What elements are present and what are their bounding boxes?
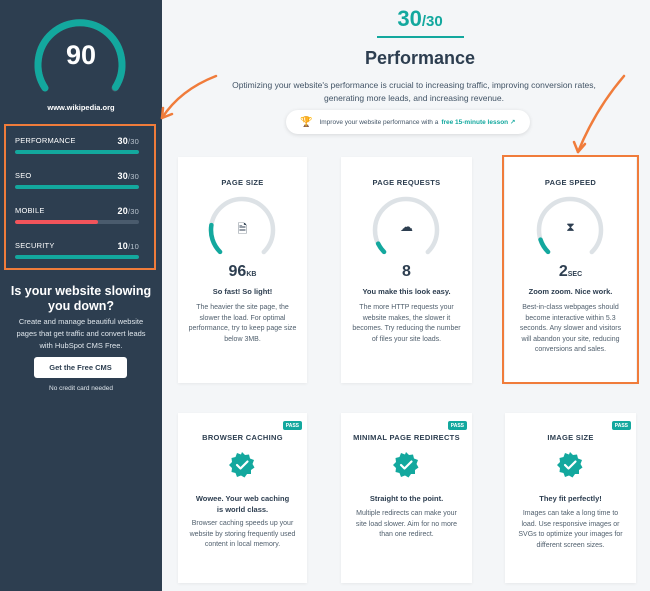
card-value: 96KB <box>228 263 257 280</box>
metric-score: 30/30 <box>117 171 139 181</box>
promo-heading: Is your website slowing you down? <box>10 284 152 313</box>
card-title: PAGE SPEED <box>544 178 597 187</box>
metric-bar-fill <box>15 150 139 154</box>
metric-label: PERFORMANCE <box>15 136 76 145</box>
card-headline: So fast! So light! <box>212 287 273 296</box>
lesson-pill: 🏆 Improve your website performance with … <box>286 110 530 134</box>
card-page-size: PAGE SIZE 🗎 96KB So fast! So light! The … <box>178 157 307 383</box>
metric-seo: SEO 30/30 <box>15 171 139 189</box>
card-description: Multiple redirects can make your site lo… <box>355 510 458 539</box>
get-free-cms-button[interactable]: Get the Free CMS <box>34 357 127 378</box>
card-headline: Wowee. Your web caching is world class. <box>195 494 290 514</box>
metric-score: 20/30 <box>117 206 139 216</box>
card-minimal-redirects: PASS MINIMAL PAGE REDIRECTS Straight to … <box>341 413 472 583</box>
no-credit-card-note: No credit card needed <box>49 385 113 392</box>
metric-performance: PERFORMANCE 30/30 <box>15 136 139 154</box>
card-page-requests: PAGE REQUESTS ☁ 8 You make this look eas… <box>341 157 472 383</box>
hourglass-icon: ⧗ <box>566 220 575 234</box>
card-headline: You make this look easy. <box>362 287 451 296</box>
pass-badge: PASS <box>611 421 631 430</box>
check-icon <box>557 452 583 478</box>
card-title: MINIMAL PAGE REDIRECTS <box>353 433 460 442</box>
metric-bar-fill <box>15 185 139 189</box>
metric-bar-fill <box>15 255 139 259</box>
card-description: Best-in-class webpages should become int… <box>519 304 622 354</box>
file-icon: 🗎 <box>237 222 248 236</box>
card-title: PAGE REQUESTS <box>372 178 441 187</box>
metric-bar-fill <box>15 220 98 224</box>
card-title: IMAGE SIZE <box>547 433 594 442</box>
cloud-upload-icon: ☁ <box>400 219 413 234</box>
metric-bar <box>15 150 139 154</box>
metric-label: SEO <box>15 171 32 180</box>
pass-badge: PASS <box>282 421 302 430</box>
card-headline: Straight to the point. <box>369 494 444 503</box>
lesson-link[interactable]: free 15-minute lesson ↗ <box>441 118 515 126</box>
metric-score: 30/30 <box>117 136 139 146</box>
intro-text: Optimizing your website's performance is… <box>232 80 596 103</box>
card-title: BROWSER CACHING <box>202 433 283 442</box>
category-score: 30/30 <box>397 6 443 31</box>
pill-text: Improve your website performance with a <box>319 118 439 126</box>
overall-score: 90 <box>65 40 97 70</box>
site-url: www.wikipedia.org <box>47 103 115 112</box>
title-underline <box>377 36 464 38</box>
metric-label: MOBILE <box>15 206 45 215</box>
metric-security: SECURITY 10/10 <box>15 241 139 259</box>
metric-bar <box>15 185 139 189</box>
metric-label: SECURITY <box>15 241 55 250</box>
metric-mobile: MOBILE 20/30 <box>15 206 139 224</box>
metric-bar <box>15 220 139 224</box>
card-description: The heavier the site page, the slower th… <box>188 304 297 343</box>
sidebar: 90 www.wikipedia.org PERFORMANCE 30/30 S… <box>0 0 162 591</box>
card-description: Images can take a long time to load. Use… <box>518 510 623 549</box>
pass-badge: PASS <box>447 421 467 430</box>
card-page-speed: PAGE SPEED ⧗ 2SEC Zoom zoom. Nice work. … <box>505 157 636 383</box>
page-title: Performance <box>364 48 476 68</box>
promo-text: Create and manage beautiful website page… <box>16 317 146 350</box>
card-image-size: PASS IMAGE SIZE They fit perfectly! Imag… <box>505 413 636 583</box>
trophy-icon: 🏆 <box>300 116 313 128</box>
card-headline: Zoom zoom. Nice work. <box>528 287 613 296</box>
card-headline: They fit perfectly! <box>539 494 602 503</box>
card-description: Browser caching speeds up your website b… <box>189 520 296 549</box>
card-description: The more HTTP requests your website make… <box>352 304 461 343</box>
card-title: PAGE SIZE <box>221 178 264 187</box>
card-browser-caching: PASS BROWSER CACHING Wowee. Your web cac… <box>178 413 307 583</box>
check-icon <box>229 452 255 478</box>
card-value: 8 <box>402 263 411 280</box>
card-value: 2SEC <box>558 263 583 280</box>
metric-bar <box>15 255 139 259</box>
check-icon <box>393 452 419 478</box>
metric-score: 10/10 <box>117 241 139 251</box>
